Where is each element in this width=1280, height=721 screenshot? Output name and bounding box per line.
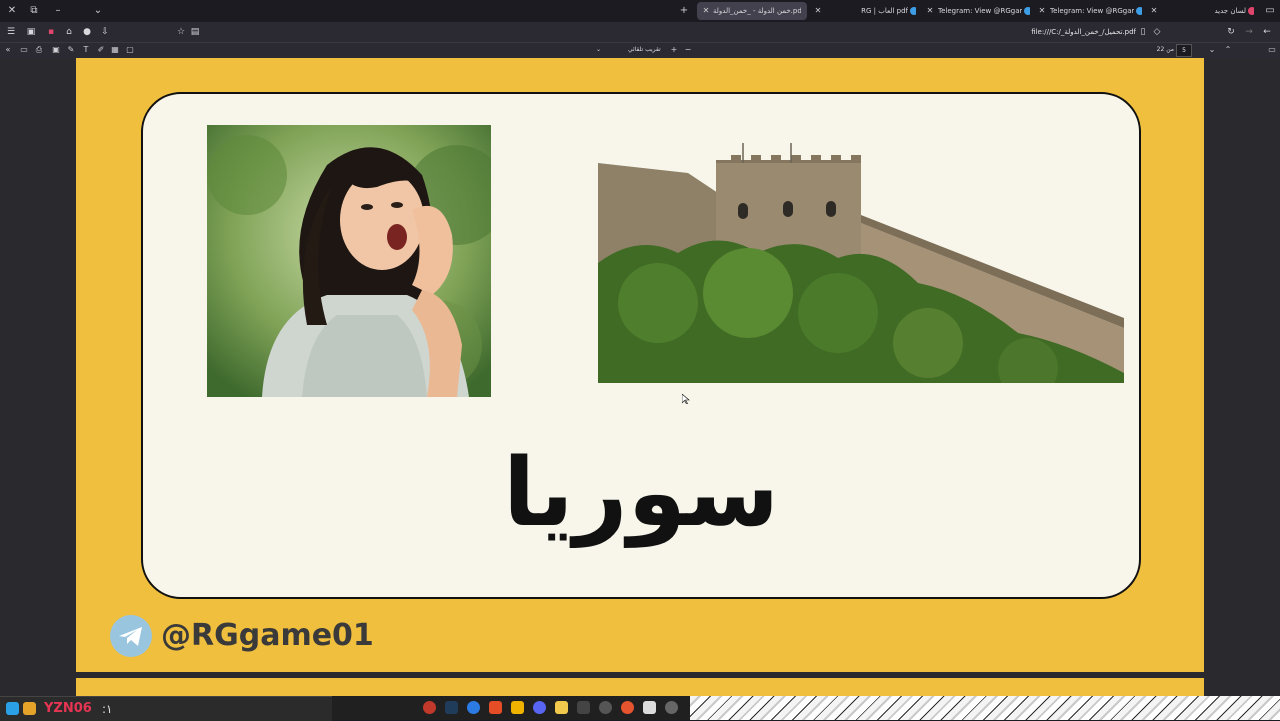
shield-icon[interactable]: ◇ [1150,25,1164,39]
telegram-icon [110,615,152,657]
navigation-bar: ☰ ▣ ▪ ⌂ ● ⇩ ☆ ▤ file:///C:/_تحميل/_خمن_ا… [0,22,1280,42]
telegram-favicon-icon [1024,7,1030,15]
back-icon[interactable]: ← [1260,25,1274,39]
pdf-toolbar: « ▭ ⎙ ▣ ✎ T ✐ ▦ ▢ ⌄ تقريب تلقائي + − من … [0,42,1280,59]
sidebar-icon[interactable]: ▣ [24,25,38,39]
next-pdf-page [76,678,1204,696]
draw-icon[interactable]: ✎ [65,44,77,56]
download-icon[interactable]: ⇩ [98,25,112,39]
telegram-favicon-icon [1136,7,1142,15]
tab-list-chevron-icon[interactable]: ⌄ [90,3,106,19]
brave-icon[interactable] [489,701,502,714]
checkmark-app-icon[interactable] [445,701,458,714]
bookmark-star-icon[interactable]: ☆ [174,25,188,39]
tab-title: لسان جديد [1214,7,1247,15]
tab-title: Telegram: View @RGgame01 [1050,7,1134,15]
pdf-viewer[interactable]: سوريا @RGgame01 [0,58,1280,696]
taskbar-tray-decoration [690,696,1280,720]
tab-new[interactable]: ✕ لسان جديد [1148,2,1254,20]
page-file-icon: ▯ [1140,27,1146,37]
restore-window-icon[interactable]: ⧉ [26,3,42,19]
close-tab-icon[interactable]: ✕ [812,2,824,20]
opera-icon[interactable] [423,701,436,714]
ticker-text: YZN06 [44,701,92,716]
taskbar-widget: YZN06 :۱ [0,696,332,721]
highlight-icon[interactable]: ✐ [95,44,107,56]
reload-icon[interactable]: ↻ [1224,25,1238,39]
discord-icon[interactable] [533,701,546,714]
home-icon[interactable]: ⌂ [62,25,76,39]
rg-favicon-icon [910,7,916,15]
close-tab-icon[interactable]: ✕ [1148,2,1160,20]
text-tool-icon[interactable]: T [80,44,92,56]
minimize-window-icon[interactable]: – [50,3,66,19]
obs-icon[interactable] [599,701,612,714]
folder-icon[interactable] [555,701,568,714]
taskbar: YZN06 :۱ [0,696,1280,721]
print-icon[interactable]: ⎙ [33,44,45,56]
toggle-sidebar-icon[interactable]: « [2,44,14,56]
tab-telegram-1[interactable]: ✕ Telegram: View @RGgame01 [924,2,1030,20]
zoom-in-icon[interactable]: + [668,44,680,56]
tab-title: Telegram: View @RGgame01 [938,7,1022,15]
child-shouting-photo [207,125,491,397]
image-tool-icon[interactable]: ▦ [109,44,121,56]
great-wall-photo [598,143,1124,383]
app-icon[interactable] [6,702,19,715]
menu-icon[interactable]: ☰ [4,25,18,39]
slide-card: سوريا [141,92,1141,599]
page-count: من 22 [1156,46,1174,53]
reader-view-icon[interactable]: ▤ [188,25,202,39]
page-number-input[interactable]: 5 [1176,44,1192,57]
zoom-select[interactable]: ⌄ تقريب تلقائي [596,44,668,56]
new-tab-icon[interactable]: + [676,3,692,19]
mouse-cursor-icon [682,394,690,404]
brand-handle: @RGgame01 [161,618,374,653]
lightning-icon[interactable] [511,701,524,714]
forward-icon[interactable]: → [1242,25,1256,39]
firefox-favicon-icon [1248,7,1254,15]
previous-page-icon[interactable]: ⌃ [1222,44,1234,56]
tab-rg-pdf[interactable]: ✕ RG | العاب pdf [812,2,916,20]
zoom-out-icon[interactable]: − [682,44,694,56]
pdf-page: سوريا @RGgame01 [76,58,1204,672]
close-window-icon[interactable]: ✕ [4,3,20,19]
gmail-icon[interactable] [577,701,590,714]
tools-menu-icon[interactable]: ▭ [1266,44,1278,56]
save-icon[interactable]: ▣ [50,44,62,56]
firefox-icon[interactable] [621,701,634,714]
close-tab-icon[interactable]: ✕ [1036,2,1048,20]
address-bar[interactable]: file:///C:/_تحميل/_خمن_الدولة.pdf [960,25,1136,39]
firefox-view-icon[interactable]: ▭ [1262,3,1278,19]
tab-title: خمن الدولة - _خمن_الدولة.pdf [713,7,801,15]
ticker-suffix: :۱ [102,702,113,716]
comment-icon[interactable]: ▢ [124,44,136,56]
country-name-answer: سوريا [502,439,780,548]
settings-icon[interactable] [665,701,678,714]
tab-telegram-2[interactable]: ✕ Telegram: View @RGgame01 [1036,2,1142,20]
close-tab-icon[interactable]: ✕ [700,2,712,20]
tab-pdf-active[interactable]: ✕ خمن الدولة - _خمن_الدولة.pdf [697,2,807,20]
close-tab-icon[interactable]: ✕ [924,2,936,20]
extension-icon[interactable]: ▪ [44,25,58,39]
tab-title: RG | العاب pdf [861,7,908,15]
info-icon[interactable]: ● [80,25,94,39]
crown-icon[interactable] [23,702,36,715]
zoom-label: تقريب تلقائي [628,46,661,53]
edge-icon[interactable] [467,701,480,714]
calendar-icon[interactable] [643,701,656,714]
open-file-icon[interactable]: ▭ [18,44,30,56]
tab-strip: ✕ ⧉ – ⌄ + ✕ خمن الدولة - _خمن_الدولة.pdf… [0,0,1280,22]
next-page-icon[interactable]: ⌄ [1206,44,1218,56]
chevron-down-icon: ⌄ [596,46,602,53]
